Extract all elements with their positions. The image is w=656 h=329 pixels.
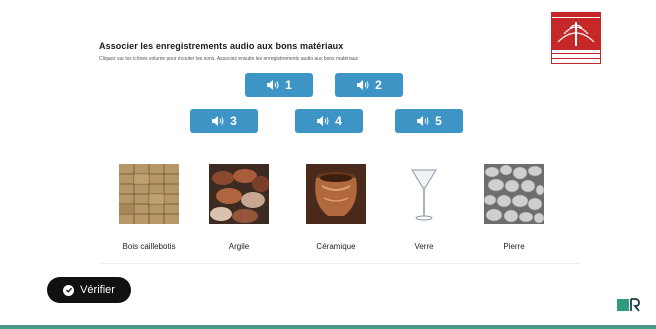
verify-button[interactable]: Vérifier: [47, 277, 131, 303]
verify-button-label: Vérifier: [80, 284, 115, 296]
clay-pots-image: [209, 164, 270, 224]
divider: [99, 263, 580, 264]
stones-image: [483, 164, 545, 224]
material-bois-caillebotis[interactable]: Bois caillebotis: [109, 164, 189, 251]
exercise-instructions: Cliquez sur les icônes volume pour écout…: [99, 56, 359, 62]
volume-icon: [357, 80, 369, 90]
material-verre[interactable]: Verre: [384, 164, 464, 251]
material-label: Argile: [228, 242, 250, 251]
material-label: Bois caillebotis: [122, 242, 176, 251]
audio-button-number: 3: [230, 114, 237, 128]
material-ceramique[interactable]: Céramique: [296, 164, 376, 251]
material-label: Céramique: [316, 242, 356, 251]
audio-button-number: 5: [435, 114, 442, 128]
audio-button-3[interactable]: 3: [190, 109, 258, 133]
wood-decking-image: [119, 164, 179, 224]
audio-button-1[interactable]: 1: [245, 73, 313, 97]
glass-image: [394, 164, 454, 224]
audio-button-2[interactable]: 2: [335, 73, 403, 97]
exercise-title: Associer les enregistrements audio aux b…: [99, 41, 344, 51]
volume-icon: [417, 116, 429, 126]
publisher-logo: [551, 12, 601, 64]
sound-wave-logo-icon: [557, 22, 595, 46]
audio-button-number: 2: [375, 78, 382, 92]
check-circle-icon: [63, 284, 75, 296]
audio-button-4[interactable]: 4: [295, 109, 363, 133]
material-label: Verre: [414, 242, 434, 251]
ceramic-vase-image: [306, 164, 366, 224]
material-pierre[interactable]: Pierre: [474, 164, 554, 251]
material-argile[interactable]: Argile: [199, 164, 279, 251]
volume-icon: [267, 80, 279, 90]
volume-icon: [212, 116, 224, 126]
audio-button-5[interactable]: 5: [395, 109, 463, 133]
audio-button-number: 1: [285, 78, 292, 92]
volume-icon: [317, 116, 329, 126]
footer-bar: [0, 325, 656, 329]
brand-logo: [617, 298, 640, 312]
material-label: Pierre: [503, 242, 525, 251]
exercise-page: Associer les enregistrements audio aux b…: [0, 0, 656, 329]
audio-button-number: 4: [335, 114, 342, 128]
